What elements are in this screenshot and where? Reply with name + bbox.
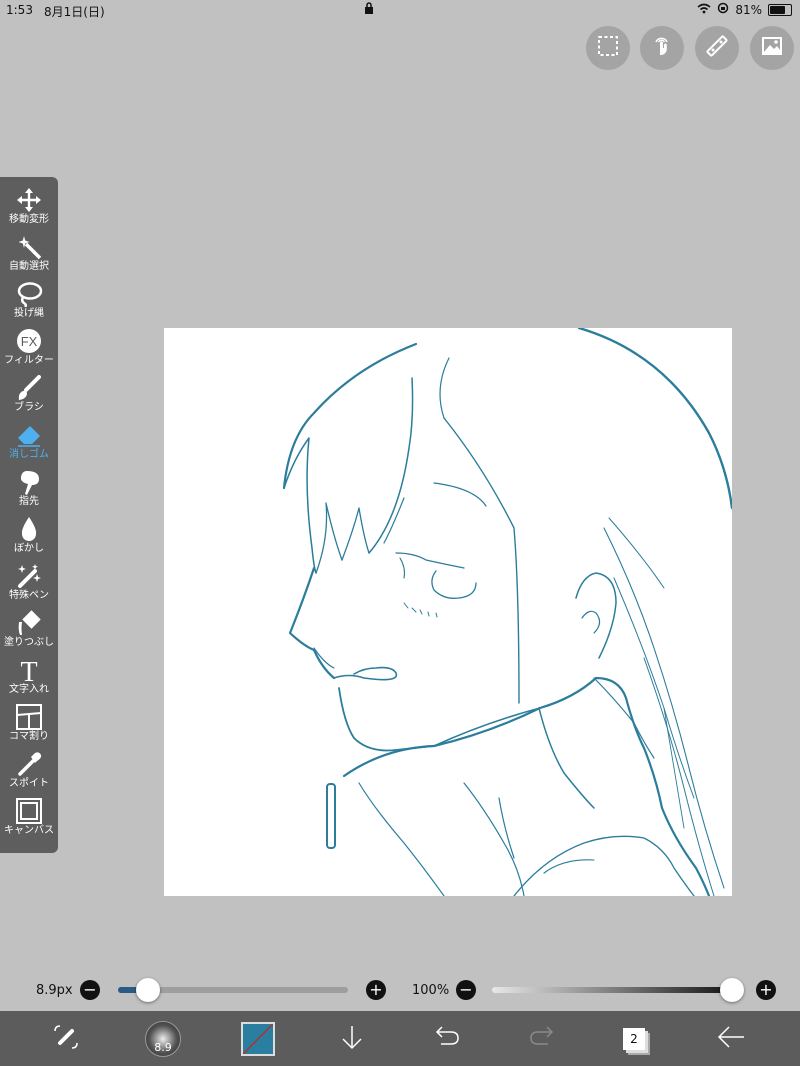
download-button[interactable] [332,1011,372,1066]
size-decrease-button[interactable]: − [80,980,100,1000]
tool-canvas[interactable]: キャンバス [0,796,58,843]
eyedropper-icon [0,751,58,777]
selection-icon [596,34,620,62]
tool-label: コマ割り [9,731,49,742]
tool-label: 移動変形 [9,214,49,225]
tool-brush[interactable]: ブラシ [0,373,58,420]
redo-button[interactable] [522,1011,562,1066]
lock-icon [364,2,374,18]
ruler-button[interactable] [695,26,739,70]
tool-blur[interactable]: ぼかし [0,514,58,561]
canvas-icon [0,798,58,824]
battery-icon [768,3,792,16]
arrow-down-icon [338,1023,366,1055]
tool-eyedropper[interactable]: スポイト [0,749,58,796]
image-button[interactable] [750,26,794,70]
opacity-slider-track[interactable] [492,987,736,993]
fill-icon [0,610,58,636]
tool-label: 投げ縄 [14,308,44,319]
battery-percent: 81% [735,2,762,17]
eraser-icon [0,422,58,448]
undo-button[interactable] [427,1011,467,1066]
plus-icon: + [759,980,773,999]
opacity-slider-thumb[interactable] [720,978,744,1002]
tool-lasso[interactable]: 投げ縄 [0,279,58,326]
smudge-icon [0,469,58,495]
redo-icon [528,1023,556,1055]
special-pen-icon [0,563,58,589]
tool-text[interactable]: T 文字入れ [0,655,58,702]
size-increase-button[interactable]: + [366,980,386,1000]
size-slider-thumb[interactable] [136,978,160,1002]
tool-label: キャンバス [4,825,54,836]
tool-label: ブラシ [14,402,44,413]
tool-smudge[interactable]: 指先 [0,467,58,514]
drawing-canvas[interactable] [164,328,732,896]
lasso-icon [0,281,58,307]
tool-label: 塗りつぶし [3,637,55,648]
tool-label: ぼかし [14,543,44,554]
tool-label: フィルター [4,355,54,366]
tool-label: 特殊ペン [9,590,49,601]
tool-fill[interactable]: 塗りつぶし [0,608,58,655]
arrow-left-icon [716,1023,746,1055]
touch-gesture-icon [650,34,674,62]
brush-controls: 8.9px − + 100% − + [0,975,800,1005]
tool-label: スポイト [9,778,49,789]
panel-icon [0,704,58,730]
fx-icon: FX [0,328,58,354]
pen-swap-icon [52,1023,80,1055]
tool-auto-select[interactable]: 自動選択 [0,232,58,279]
touch-gesture-button[interactable] [640,26,684,70]
brush-icon [0,375,58,401]
line-art-drawing [282,328,732,896]
tool-label: 自動選択 [9,261,49,272]
move-icon [0,187,58,213]
status-time: 1:53 [6,3,33,17]
status-date: 8月1日(日) [44,5,105,19]
color-button[interactable] [238,1011,278,1066]
blur-icon [0,516,58,542]
layer-count: 2 [623,1027,645,1050]
back-button[interactable] [711,1011,751,1066]
tool-move[interactable]: 移動変形 [0,185,58,232]
tool-panel[interactable]: コマ割り [0,702,58,749]
status-bar: 1:53 8月1日(日) 81% [0,0,800,20]
minus-icon: − [459,980,473,999]
bottom-toolbar: 8.9 2 [0,1011,800,1066]
plus-icon: + [369,980,383,999]
battery-fill [770,5,785,14]
brush-settings-button[interactable]: 8.9 [143,1011,183,1066]
brush-preview: 8.9 [145,1020,181,1057]
image-icon [760,34,784,62]
tool-special-pen[interactable]: 特殊ペン [0,561,58,608]
undo-icon [433,1023,461,1055]
tool-filter[interactable]: FX フィルター [0,326,58,373]
minus-icon: − [83,980,97,999]
fx-glyph: FX [21,334,38,349]
rotation-lock-icon [717,2,729,17]
brush-size-label: 8.9px [36,983,73,998]
tool-label: 文字入れ [9,684,49,695]
tool-label: 消しゴム [9,449,49,460]
ruler-icon [705,34,729,62]
transform-quick-button[interactable] [46,1011,86,1066]
text-glyph: T [20,657,37,683]
tool-label: 指先 [19,496,39,507]
text-icon: T [0,657,58,683]
magic-wand-icon [0,234,58,260]
brush-size-value: 8.9 [154,1040,172,1054]
wifi-icon [697,3,711,17]
color-swatch [241,1021,275,1056]
opacity-label: 100% [412,983,450,998]
opacity-increase-button[interactable]: + [756,980,776,1000]
layers-button[interactable]: 2 [614,1011,654,1066]
tool-palette: 移動変形 自動選択 投げ縄 FX フィルター ブラシ 消しゴム 指先 ぼかし 特… [0,177,58,853]
selection-button[interactable] [586,26,630,70]
tool-eraser[interactable]: 消しゴム [0,420,58,467]
opacity-decrease-button[interactable]: − [456,980,476,1000]
